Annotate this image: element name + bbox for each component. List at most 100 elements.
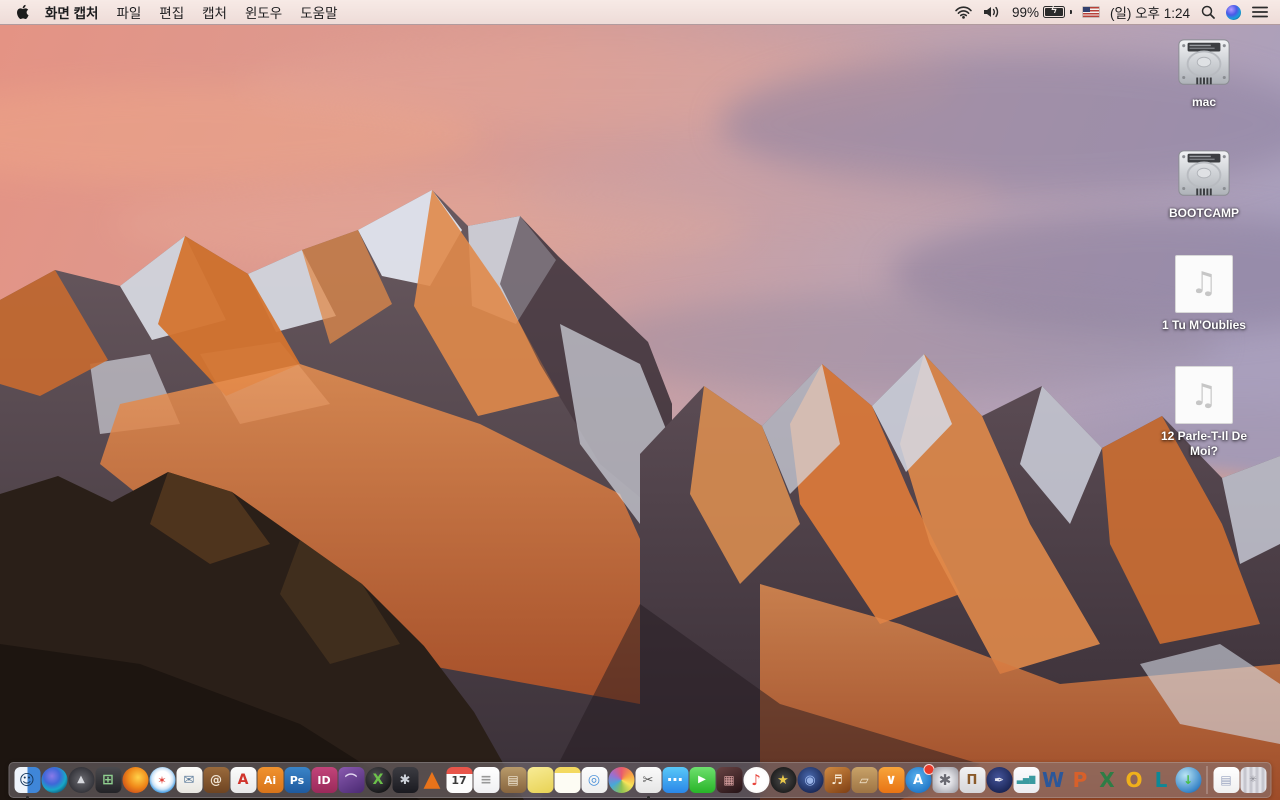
mail-stamp-icon: ✉: [183, 772, 195, 788]
dock-vlc-cone[interactable]: ▲: [419, 767, 445, 793]
numbers-chart-icon: ▃▅▇: [1016, 775, 1036, 784]
dock-reminders[interactable]: ≡: [473, 767, 499, 793]
system-preferences-icon: ✱: [938, 770, 952, 789]
battery-percentage: 99%: [1011, 4, 1039, 20]
dock-indesign[interactable]: ID: [311, 767, 337, 793]
dock-separator: [1206, 766, 1208, 794]
desktop-icon-label: mac: [1191, 95, 1217, 109]
desktop-icon-audio-1[interactable]: ♫ 1 Tu M'Oublies: [1144, 254, 1264, 332]
dock-launchpad[interactable]: ▲: [68, 767, 94, 793]
desktop-icon-bootcamp[interactable]: BOOTCAMP: [1144, 143, 1264, 220]
dock-illustrator[interactable]: Ai: [257, 767, 283, 793]
app-store-icon: A: [912, 772, 924, 788]
globe-downloader-icon: ↓: [1182, 773, 1194, 787]
imovie-star-icon: ★: [777, 772, 789, 788]
dock-safari[interactable]: ✶: [149, 767, 175, 793]
menubar-menu-3[interactable]: 윈도우: [245, 6, 282, 21]
charging-bolt-icon: ϟ: [1051, 5, 1057, 16]
menubar-menu-0[interactable]: 파일: [116, 6, 141, 21]
desktop-icon-label: 12 Parle-T-Il De Moi?: [1160, 429, 1248, 458]
dock-notes[interactable]: [554, 767, 580, 793]
dock-globe-downloader[interactable]: ↓: [1175, 767, 1201, 793]
dock-firefox[interactable]: [122, 767, 148, 793]
notification-center-icon[interactable]: [1252, 6, 1268, 18]
fan-drive-utility-icon: ✱: [399, 772, 411, 788]
garageband-icon: ♬: [831, 772, 843, 788]
menu-bar: 화면 캡처 파일 편집 캡처 윈도우 도움말 99% ϟ (일) 오후 1:24: [0, 0, 1280, 25]
dock-facetime[interactable]: ▶: [689, 767, 715, 793]
menubar-menu-1[interactable]: 편집: [159, 6, 184, 21]
launchpad-icon: ▲: [77, 774, 85, 785]
menubar-menu-2[interactable]: 캡처: [202, 6, 227, 21]
spotlight-search-icon[interactable]: [1201, 5, 1215, 19]
dock-photoshop[interactable]: Ps: [284, 767, 310, 793]
menu-bar-clock[interactable]: (일) 오후 1:24: [1110, 2, 1190, 22]
dock-idvd[interactable]: ◉: [797, 767, 823, 793]
battery-tip: [1069, 10, 1072, 14]
desktop-icon-mac[interactable]: mac: [1144, 32, 1264, 109]
macos-desktop: 화면 캡처 파일 편집 캡처 윈도우 도움말 99% ϟ (일) 오후 1:24…: [0, 0, 1280, 800]
idvd-icon: ◉: [804, 772, 816, 788]
menu-bar-status: 99% ϟ (일) 오후 1:24: [955, 2, 1280, 22]
acrobat-reader-icon: A: [237, 772, 249, 788]
dock-stickies[interactable]: [527, 767, 553, 793]
dock-messages[interactable]: ⋯: [662, 767, 688, 793]
dock-outlook[interactable]: O: [1121, 767, 1147, 793]
dock-finder[interactable]: ☺: [14, 767, 40, 799]
dock-numbers-chart[interactable]: ▃▅▇: [1013, 767, 1039, 793]
siri-icon[interactable]: [1226, 4, 1241, 20]
dock-trash-full[interactable]: ✳: [1240, 767, 1266, 793]
dock-ibooks[interactable]: ∨: [878, 767, 904, 793]
dock-document-file[interactable]: ▤: [1213, 767, 1239, 793]
dock-powerpoint[interactable]: P: [1067, 767, 1093, 793]
dock-mission-control[interactable]: ⊞: [95, 767, 121, 793]
dock-system-preferences[interactable]: ✱: [932, 767, 958, 793]
desktop-icon-label: BOOTCAMP: [1169, 206, 1239, 221]
input-source-us-flag-icon[interactable]: [1082, 7, 1099, 17]
battery-status[interactable]: 99% ϟ: [1012, 5, 1072, 20]
dock-excel[interactable]: X: [1094, 767, 1120, 793]
music-note-icon: ♫: [1190, 266, 1218, 302]
dock-imovie-star[interactable]: ★: [770, 767, 796, 793]
dock-mail-stamp[interactable]: ✉: [176, 767, 202, 793]
dock-word[interactable]: W: [1040, 767, 1066, 793]
archive-box-icon: ▤: [507, 773, 519, 787]
powerpoint-icon: P: [1072, 768, 1088, 792]
dock-corkboard-app[interactable]: ▱: [851, 767, 877, 793]
dock-preview[interactable]: ◎: [581, 767, 607, 793]
dock-toast-titanium[interactable]: ⌒: [338, 767, 364, 793]
dock-grab-screen-capture[interactable]: ✂: [635, 767, 661, 799]
dock-app-store[interactable]: A: [905, 764, 934, 793]
hard-drive-icon: [1176, 143, 1232, 201]
dock-siri[interactable]: [41, 767, 67, 793]
grab-screen-capture-icon: ✂: [642, 772, 654, 788]
dock-contacts-book[interactable]: @: [203, 767, 229, 793]
dock-garageband[interactable]: ♬: [824, 767, 850, 793]
wifi-icon[interactable]: [955, 5, 972, 19]
dock-archive-box[interactable]: ▤: [500, 767, 526, 793]
outlook-icon: O: [1125, 768, 1143, 792]
dock-photos[interactable]: [608, 767, 634, 793]
desktop-icon-label: 1 Tu M'Oublies: [1162, 317, 1246, 332]
ibooks-icon: ∨: [885, 772, 897, 788]
dock-photo-booth[interactable]: ▦: [716, 767, 742, 793]
dock-green-x-sphere[interactable]: X: [365, 767, 391, 793]
dock: ☺ ▲ ⊞ ✶ ✉ @ A Ai Ps ID ⌒ X ✱ ▲ 17 ≡ ▤ ◎ ✂ ⋯ ▶ ▦ ♪ ★ ◉ ♬ ▱ ∨ A ✱ Π ✒ ▃▅▇ W…: [8, 762, 1272, 799]
apple-menu[interactable]: [16, 4, 29, 20]
dock-fan-drive-utility[interactable]: ✱: [392, 767, 418, 793]
preview-icon: ◎: [587, 772, 601, 788]
dock-pages-inkwell[interactable]: ✒: [986, 767, 1012, 793]
dock-keynote-podium[interactable]: Π: [959, 767, 985, 793]
battery-icon: ϟ: [1042, 5, 1065, 18]
menubar-menu-4[interactable]: 도움말: [300, 6, 337, 21]
music-note-icon: ♫: [1190, 377, 1218, 413]
dock-acrobat-reader[interactable]: A: [230, 767, 256, 793]
excel-icon: X: [1099, 768, 1115, 792]
active-app-menu[interactable]: 화면 캡처: [45, 2, 98, 22]
audio-file-thumbnail: ♫: [1175, 254, 1233, 313]
desktop-icon-audio-12[interactable]: ♫ 12 Parle-T-Il De Moi?: [1144, 366, 1264, 458]
volume-icon[interactable]: [983, 6, 1001, 18]
dock-itunes[interactable]: ♪: [743, 767, 769, 793]
dock-calendar[interactable]: 17: [446, 767, 472, 793]
dock-lync[interactable]: L: [1148, 767, 1174, 793]
